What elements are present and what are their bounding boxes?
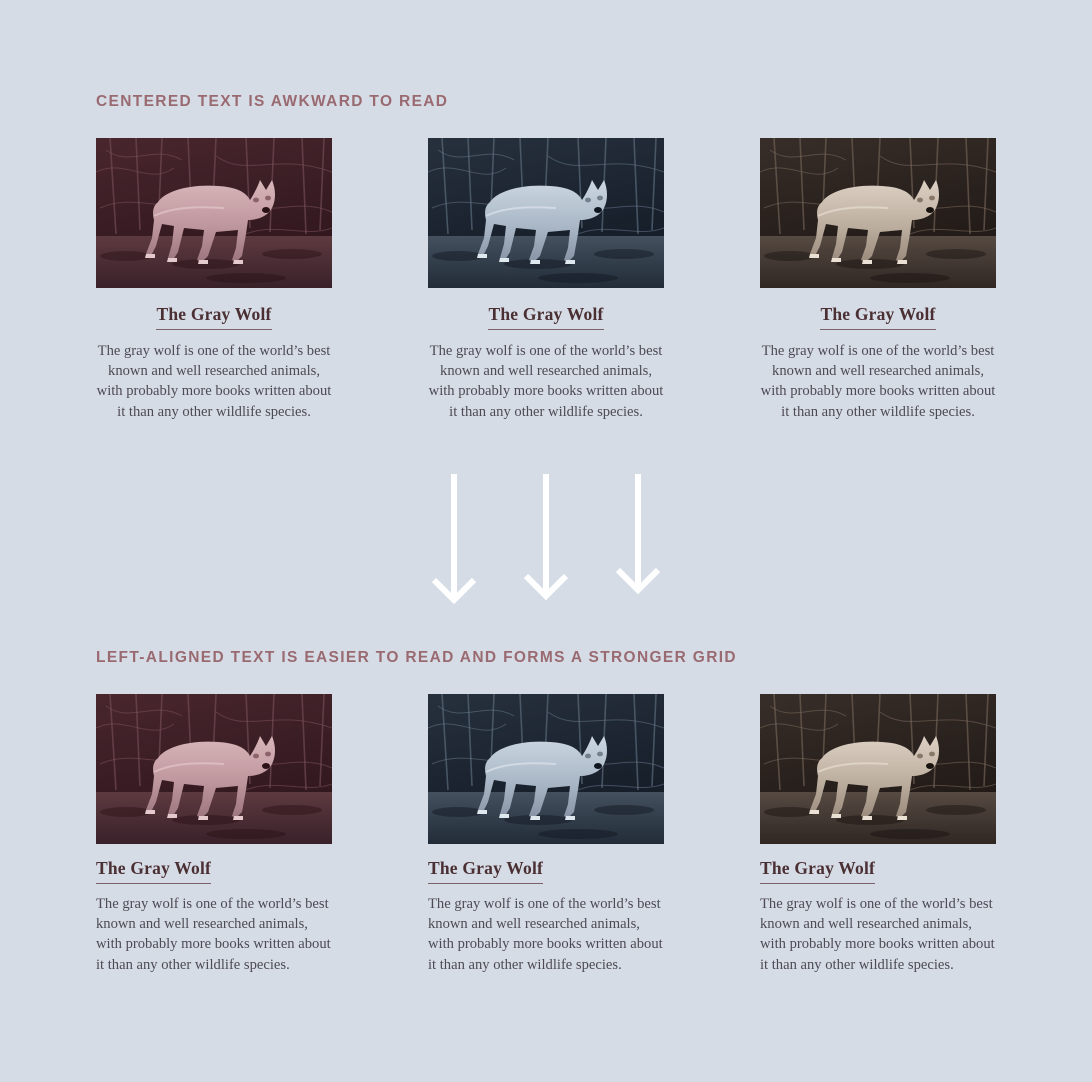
section-heading-centered: CENTERED TEXT IS AWKWARD TO READ	[96, 93, 449, 110]
card-body: The gray wolf is one of the world’s best…	[96, 342, 332, 420]
card-title: The Gray Wolf	[820, 304, 936, 330]
arrow-group	[428, 472, 664, 604]
wolf-photo-maroon	[96, 138, 332, 288]
wolf-photo-blue	[428, 138, 664, 288]
card-title: The Gray Wolf	[96, 858, 212, 884]
card-title: The Gray Wolf	[488, 304, 604, 330]
wolf-card[interactable]: The Gray Wolf The gray wolf is one of th…	[96, 694, 332, 975]
wolf-card[interactable]: The Gray Wolf The gray wolf is one of th…	[428, 138, 664, 422]
card-body: The gray wolf is one of the world’s best…	[760, 895, 995, 973]
section-heading-left-aligned: LEFT-ALIGNED TEXT IS EASIER TO READ AND …	[96, 649, 737, 666]
wolf-card[interactable]: The Gray Wolf The gray wolf is one of th…	[428, 694, 664, 975]
card-title: The Gray Wolf	[156, 304, 272, 330]
card-body: The gray wolf is one of the world’s best…	[760, 342, 996, 420]
card-row-left-aligned: The Gray Wolf The gray wolf is one of th…	[96, 694, 996, 975]
card-title: The Gray Wolf	[428, 858, 544, 884]
wolf-photo-blue	[428, 694, 664, 844]
poster-canvas: CENTERED TEXT IS AWKWARD TO READ The Gra…	[0, 0, 1092, 1082]
wolf-photo-maroon	[96, 694, 332, 844]
card-body: The gray wolf is one of the world’s best…	[96, 895, 331, 973]
card-title: The Gray Wolf	[760, 858, 876, 884]
wolf-card[interactable]: The Gray Wolf The gray wolf is one of th…	[760, 138, 996, 422]
wolf-photo-sepia	[760, 694, 996, 844]
wolf-card[interactable]: The Gray Wolf The gray wolf is one of th…	[760, 694, 996, 975]
card-row-centered: The Gray Wolf The gray wolf is one of th…	[96, 138, 996, 422]
wolf-photo-sepia	[760, 138, 996, 288]
card-body: The gray wolf is one of the world’s best…	[428, 342, 664, 420]
wolf-card[interactable]: The Gray Wolf The gray wolf is one of th…	[96, 138, 332, 422]
card-body: The gray wolf is one of the world’s best…	[428, 895, 663, 973]
